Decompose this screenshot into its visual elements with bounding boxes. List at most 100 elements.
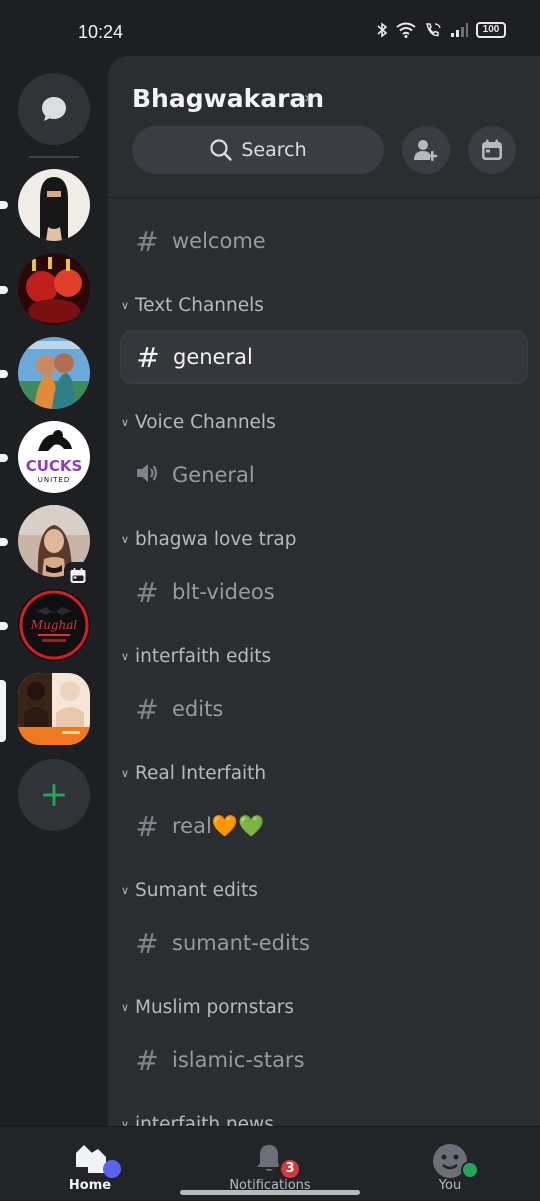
channel-general[interactable]: # general [120, 330, 528, 384]
category-sumant-edits[interactable]: ∨ Sumant edits [116, 875, 258, 905]
server-name[interactable]: Bhagwakaran [132, 84, 324, 113]
channel-label: islamic-stars [172, 1048, 305, 1072]
hashtag-icon: # [136, 340, 160, 374]
category-voice-channels[interactable]: ∨ Voice Channels [116, 407, 276, 437]
category-label: interfaith news [135, 1113, 274, 1127]
channel-real[interactable]: # real🧡💚 [120, 799, 528, 853]
server-event-badge [64, 562, 92, 590]
channel-welcome[interactable]: # welcome [120, 214, 528, 268]
category-label: Voice Channels [135, 411, 276, 433]
chat-bubble-icon [42, 97, 66, 121]
svg-text:UNITED: UNITED [38, 476, 71, 484]
server-avatar-7 [18, 673, 90, 745]
status-icons: 100 [376, 22, 506, 38]
invite-members-button[interactable] [402, 126, 450, 174]
battery-icon: 100 [476, 22, 506, 38]
nav-you[interactable]: You [390, 1127, 510, 1201]
signal-icon [451, 23, 468, 37]
events-button[interactable] [468, 126, 516, 174]
bottom-navigation: Home 3 Notifications You [0, 1126, 540, 1200]
server-avatar-1 [18, 169, 90, 241]
header-divider [108, 197, 540, 198]
chevron-down-icon: ∨ [120, 415, 130, 429]
speaker-icon [134, 459, 160, 492]
voice-channel-general[interactable]: General [120, 448, 528, 502]
category-bhagwa-love-trap[interactable]: ∨ bhagwa love trap [116, 524, 297, 554]
server-icon-3[interactable] [18, 337, 90, 409]
add-server-button[interactable] [18, 759, 90, 831]
hashtag-icon: # [135, 575, 159, 609]
server-icon-2[interactable] [18, 253, 90, 325]
hashtag-icon: # [135, 809, 159, 843]
category-label: Real Interfaith [135, 762, 267, 784]
chevron-down-icon: ∨ [120, 1117, 130, 1127]
channel-sumant-edits[interactable]: # sumant-edits [120, 916, 528, 970]
server-avatar-3 [18, 337, 90, 409]
unread-indicator [0, 538, 8, 546]
channel-label: edits [172, 697, 224, 721]
gesture-home-indicator[interactable] [180, 1190, 360, 1195]
channel-blt-videos[interactable]: # blt-videos [120, 565, 528, 619]
category-label: Text Channels [135, 294, 264, 316]
category-interfaith-news[interactable]: ∨ interfaith news [116, 1109, 274, 1127]
server-icon-6[interactable]: Mughal [18, 589, 90, 661]
server-rail: CUCKS UNITED Mughal [0, 56, 108, 1126]
category-real-interfaith[interactable]: ∨ Real Interfaith [116, 758, 266, 788]
category-label: interfaith edits [135, 645, 272, 667]
category-interfaith-edits[interactable]: ∨ interfaith edits [116, 641, 271, 671]
channel-edits[interactable]: # edits [120, 682, 528, 736]
calendar-icon [482, 139, 502, 160]
wifi-icon [396, 22, 416, 38]
active-server-indicator [0, 680, 6, 742]
status-bar: 10:24 100 [0, 0, 540, 56]
server-avatar-2 [18, 253, 90, 325]
add-member-icon [414, 140, 438, 161]
channel-label: blt-videos [172, 580, 275, 604]
hashtag-icon: # [135, 224, 159, 258]
category-label: bhagwa love trap [135, 528, 297, 550]
server-icon-7[interactable] [18, 673, 90, 745]
search-label: Search [241, 139, 307, 161]
direct-messages-button[interactable] [18, 73, 90, 145]
calendar-icon [70, 568, 86, 583]
home-servers-icon [76, 1145, 121, 1178]
chevron-down-icon: ∨ [120, 1000, 130, 1014]
channel-label: general [173, 345, 253, 369]
unread-indicator [0, 622, 8, 630]
svg-text:Mughal: Mughal [30, 618, 78, 632]
chevron-down-icon: ∨ [120, 883, 130, 897]
chevron-down-icon: ∨ [120, 298, 130, 312]
user-avatar-icon [433, 1144, 479, 1179]
unread-indicator [0, 370, 8, 378]
channel-panel: Bhagwakaran › Search # welcome ∨ Text Ch… [108, 56, 540, 1126]
channel-label: welcome [172, 229, 266, 253]
channel-label: General [172, 463, 255, 487]
channel-islamic-stars[interactable]: # islamic-stars [120, 1033, 528, 1087]
hashtag-icon: # [135, 1043, 159, 1077]
category-muslim-pornstars[interactable]: ∨ Muslim pornstars [116, 992, 294, 1022]
hashtag-icon: # [135, 692, 159, 726]
wifi-call-icon [426, 23, 441, 37]
rail-divider [29, 156, 79, 158]
status-time: 10:24 [78, 22, 124, 42]
hashtag-icon: # [135, 926, 159, 960]
nav-home[interactable]: Home [30, 1127, 150, 1201]
chevron-down-icon: ∨ [120, 766, 130, 780]
chevron-down-icon: ∨ [120, 532, 130, 546]
chevron-down-icon: ∨ [120, 649, 130, 663]
unread-indicator [0, 286, 8, 294]
bluetooth-icon [377, 22, 388, 38]
channel-label: sumant-edits [172, 931, 310, 955]
server-icon-1[interactable] [18, 169, 90, 241]
category-text-channels[interactable]: ∨ Text Channels [116, 290, 264, 320]
chevron-right-icon[interactable]: › [304, 88, 310, 107]
unread-indicator [0, 454, 8, 462]
nav-home-label: Home [68, 1178, 112, 1193]
nav-you-label: You [438, 1178, 462, 1193]
server-icon-4[interactable]: CUCKS UNITED [18, 421, 90, 493]
svg-text:CUCKS: CUCKS [26, 457, 83, 475]
search-button[interactable]: Search [132, 126, 384, 174]
server-avatar-4: CUCKS UNITED [18, 421, 90, 493]
category-label: Muslim pornstars [135, 996, 295, 1018]
search-icon [210, 139, 233, 161]
